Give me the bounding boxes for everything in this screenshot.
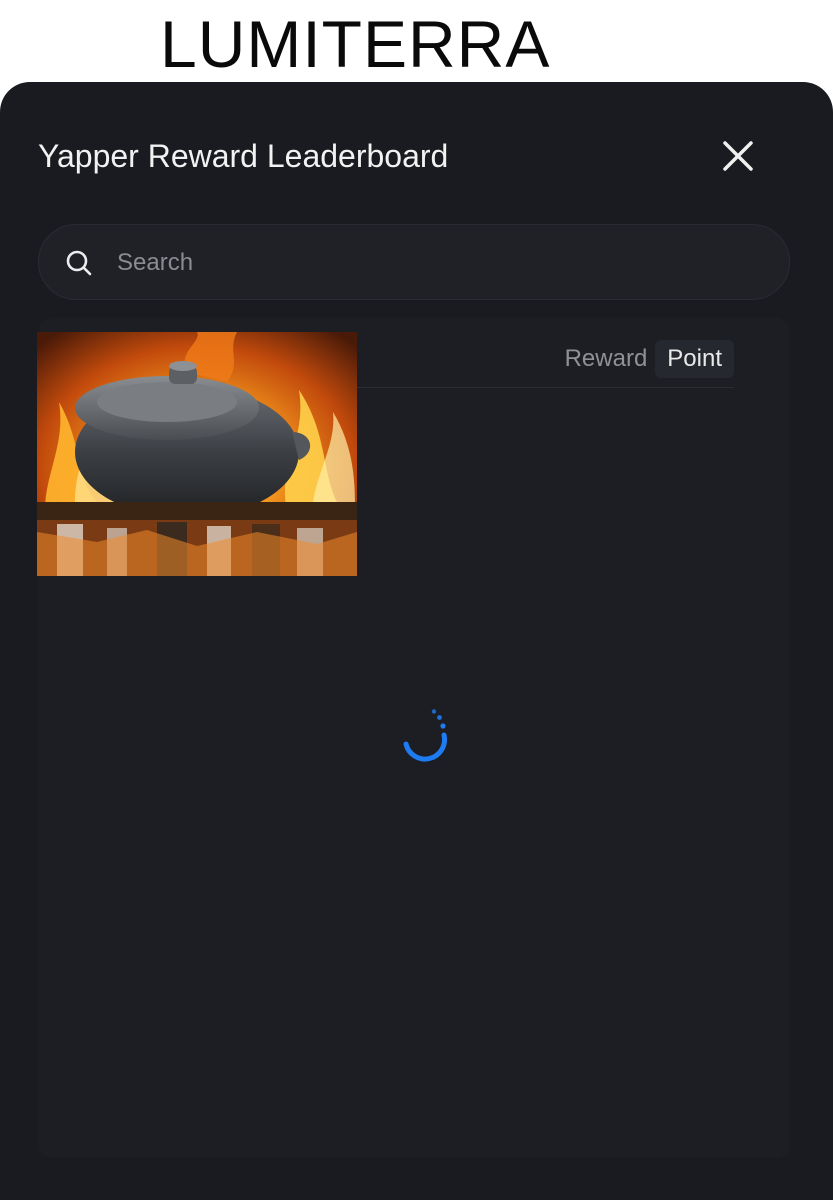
loading-spinner-icon — [403, 709, 448, 762]
modal-title: Yapper Reward Leaderboard — [38, 138, 449, 174]
search-input[interactable] — [115, 239, 759, 287]
toggle-reward[interactable]: Reward — [557, 340, 656, 378]
close-icon — [723, 141, 753, 171]
brand-title: LUMITERRA — [160, 7, 551, 81]
cooking-pot-over-fire-image — [37, 332, 357, 576]
leaderboard-panel: Reward Point — [37, 318, 790, 1158]
leaderboard-header: Reward Point — [356, 318, 734, 388]
page: LUMITERRA Yapper Reward Leaderboard Rewa… — [0, 0, 833, 1200]
toggle-point[interactable]: Point — [655, 340, 734, 378]
close-button[interactable] — [716, 134, 760, 178]
search-icon — [66, 250, 92, 276]
search-bar[interactable] — [38, 224, 790, 300]
leaderboard-modal: Yapper Reward Leaderboard Reward Point — [0, 82, 833, 1200]
reward-point-toggle: Reward Point — [557, 340, 734, 378]
